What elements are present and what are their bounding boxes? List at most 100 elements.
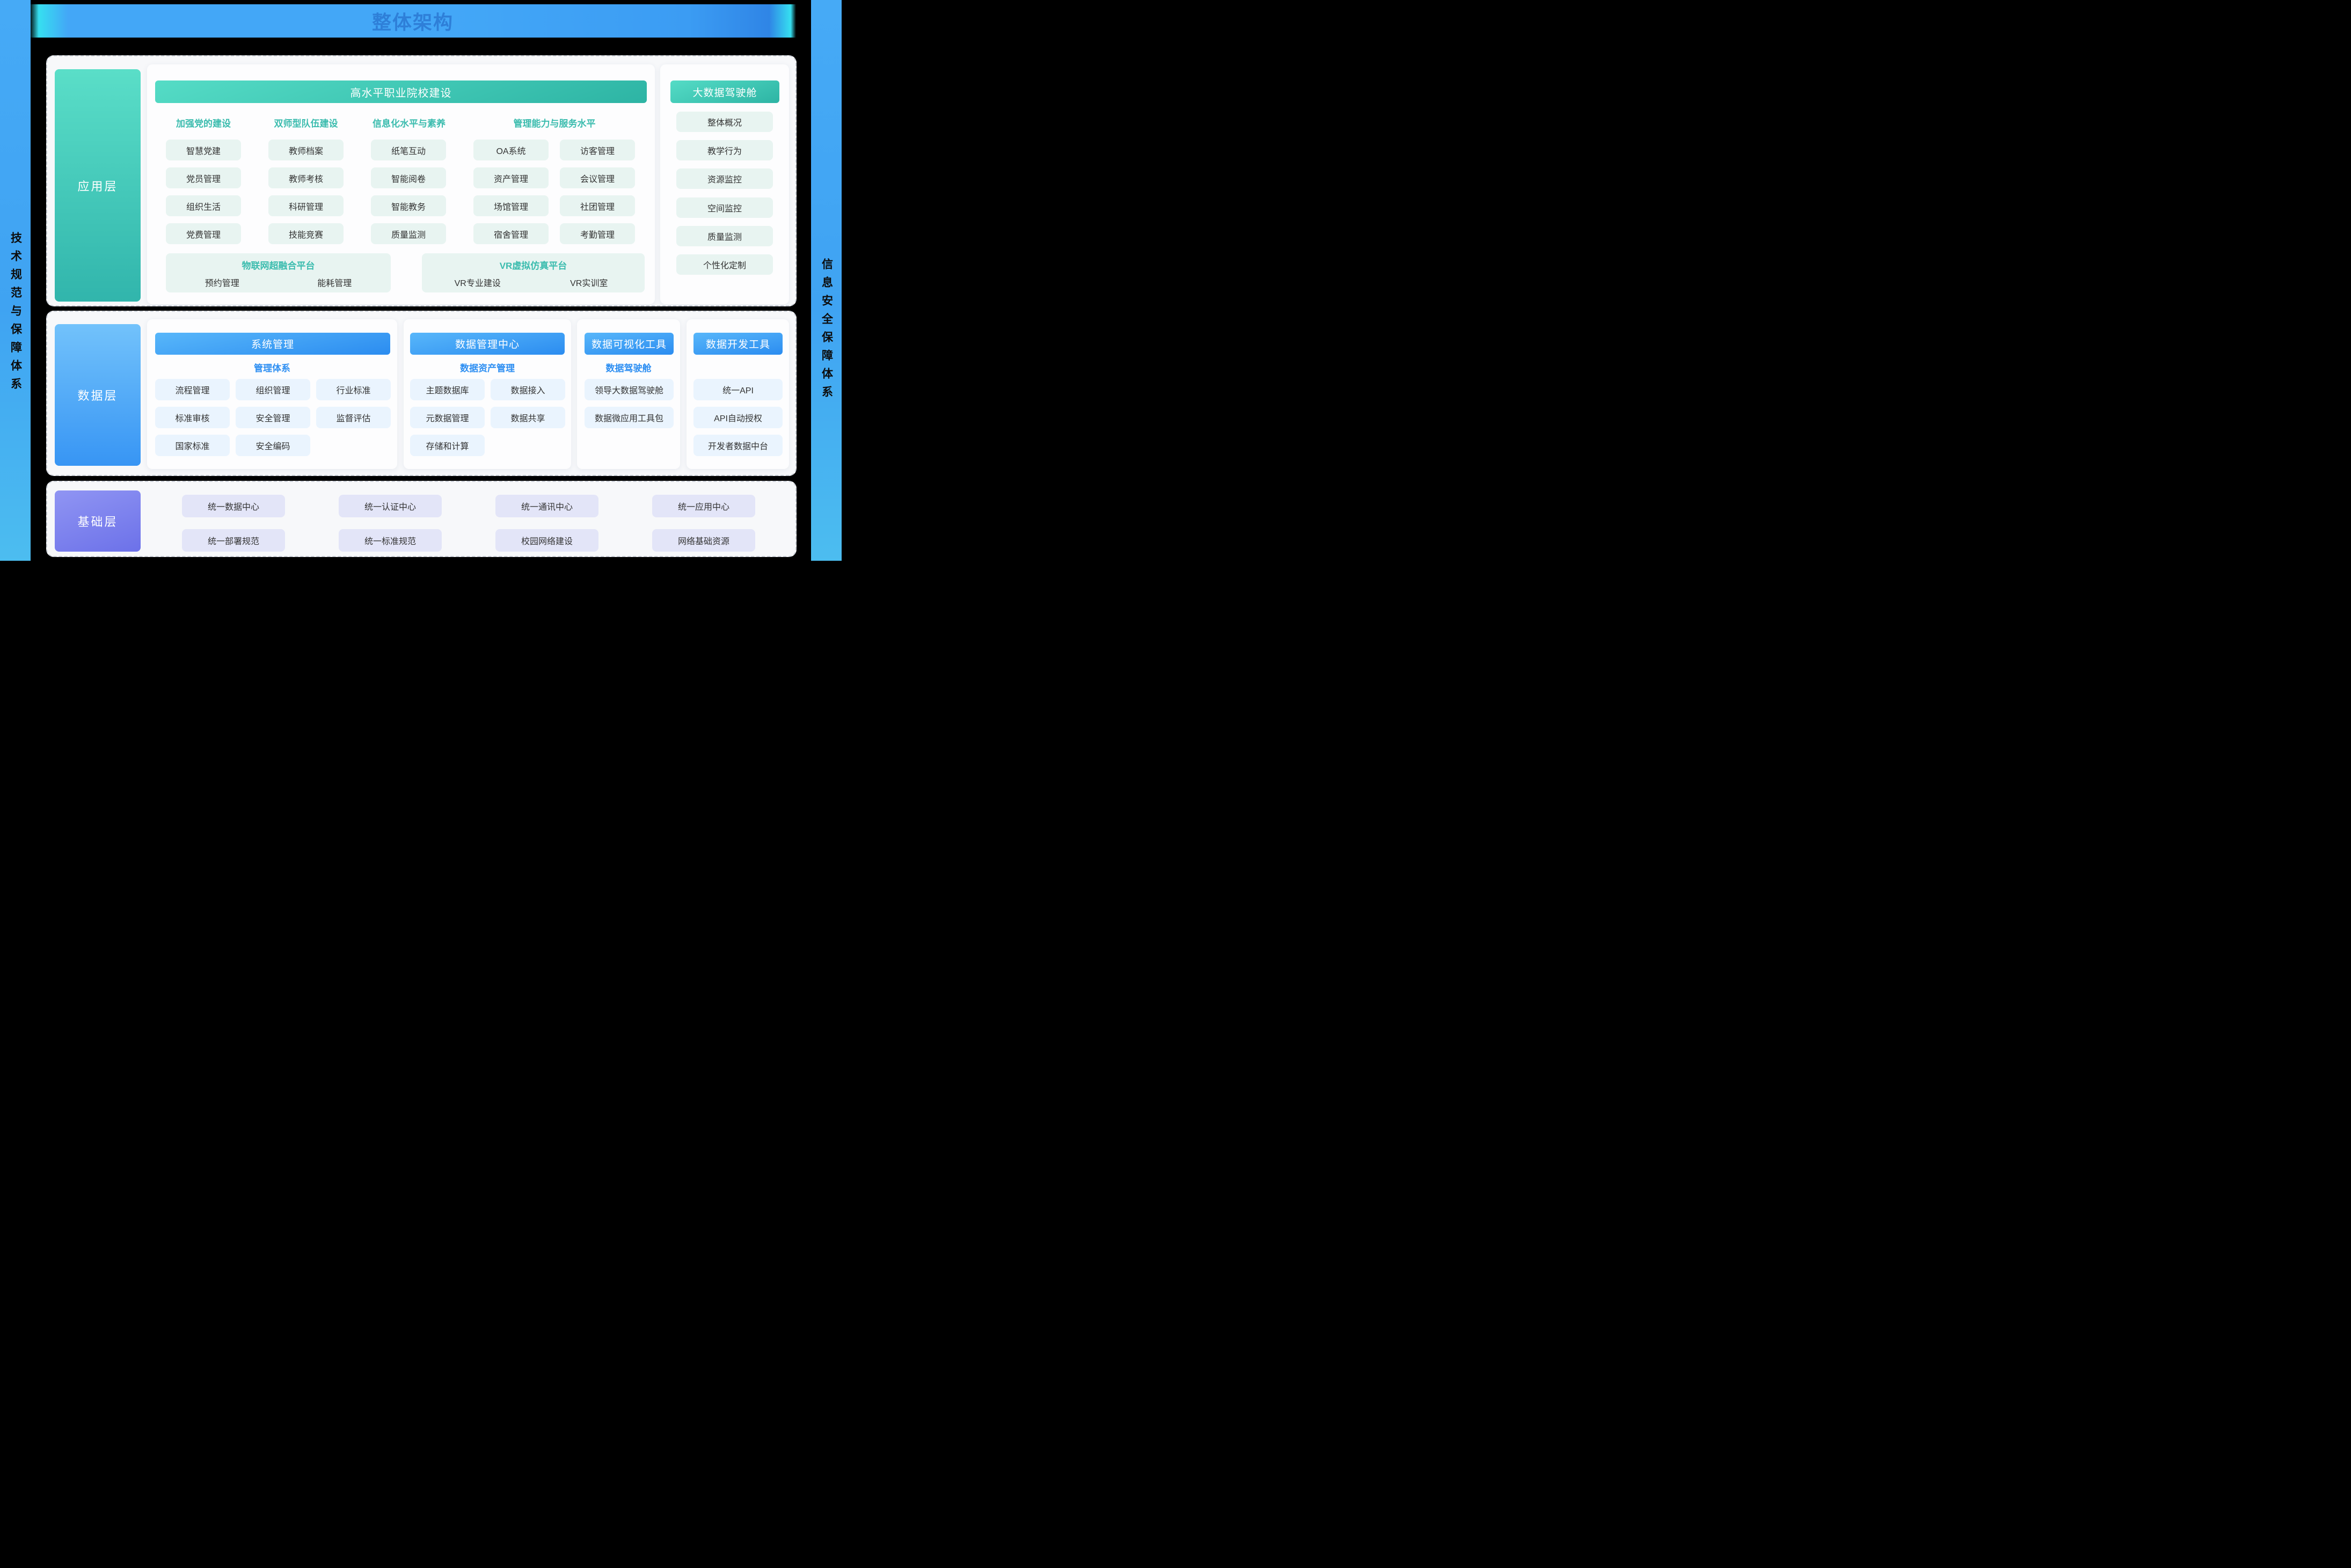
- base-layer-panel: 基础层 统一数据中心 统一认证中心 统一通讯中心 统一应用中心 统一部署规范 统…: [46, 481, 797, 557]
- data-section-header: 数据开发工具: [693, 333, 783, 355]
- app-grid-row: 党员管理 教师考核 智能阅卷 资产管理 会议管理: [166, 167, 649, 188]
- app-item-card: 智能阅卷: [371, 167, 446, 188]
- data-item-card: 行业标准: [316, 379, 391, 400]
- data-section-cards: 主题数据库 数据接入 元数据管理 数据共享 存储和计算: [410, 379, 565, 456]
- app-item-card: 组织生活: [166, 195, 241, 216]
- layer-label-data: 数据层: [55, 324, 141, 466]
- cockpit-item-card: 整体概况: [676, 112, 773, 132]
- cockpit-subpanel: 大数据驾驶舱 整体概况 教学行为 资源监控 空间监控 质量监测 个性化定制: [660, 64, 789, 304]
- base-item-card: 统一认证中心: [339, 495, 442, 517]
- data-item-card: 数据共享: [491, 407, 565, 428]
- app-main-subpanel: 高水平职业院校建设 加强党的建设 双师型队伍建设 信息化水平与素养 管理能力与服…: [147, 64, 655, 304]
- left-guarantee-bar: 技术规范与保障体系: [0, 0, 31, 561]
- base-item-card: 校园网络建设: [495, 529, 598, 552]
- platform-vr: VR虚拟仿真平台 VR专业建设 VR实训室: [422, 253, 645, 292]
- data-section-system: 系统管理 管理体系 流程管理 组织管理 行业标准 标准审核 安全管理 监督评估 …: [147, 319, 397, 469]
- app-grid-row: 党费管理 技能竞赛 质量监测 宿舍管理 考勤管理: [166, 223, 649, 244]
- layer-label-app: 应用层: [55, 69, 141, 302]
- base-grid-row: 统一部署规范 统一标准规范 校园网络建设 网络基础资源: [182, 529, 783, 552]
- app-item-card: 技能竞赛: [268, 223, 344, 244]
- data-item-card: 存储和计算: [410, 435, 485, 456]
- data-item-card: 元数据管理: [410, 407, 485, 428]
- base-item-card: 网络基础资源: [652, 529, 755, 552]
- data-item-card: 数据微应用工具包: [585, 407, 674, 428]
- data-section-header: 数据可视化工具: [585, 333, 674, 355]
- data-item-card: 数据接入: [491, 379, 565, 400]
- data-item-card: 开发者数据中台: [693, 435, 783, 456]
- left-guarantee-label: 技术规范与保障体系: [8, 232, 24, 396]
- cockpit-item-card: 资源监控: [676, 168, 773, 189]
- app-item-card: 会议管理: [560, 167, 635, 188]
- data-item-card: 国家标准: [155, 435, 230, 456]
- data-item-card: 流程管理: [155, 379, 230, 400]
- platform-item: VR专业建设: [422, 276, 534, 289]
- data-item-card: 组织管理: [236, 379, 310, 400]
- app-item-card: 智慧党建: [166, 140, 241, 160]
- platform-iot: 物联网超融合平台 预约管理 能耗管理: [166, 253, 391, 292]
- app-item-card: 教师档案: [268, 140, 344, 160]
- page: { "banner": { "title": "整体架构" }, "sideba…: [0, 0, 842, 561]
- base-item-card: 统一部署规范: [182, 529, 285, 552]
- data-section-subtitle: 管理体系: [147, 361, 397, 374]
- data-section-header: 数据管理中心: [410, 333, 565, 355]
- app-item-card: OA系统: [473, 140, 549, 160]
- app-item-card: 场馆管理: [473, 195, 549, 216]
- base-item-card: 统一数据中心: [182, 495, 285, 517]
- layer-label-base: 基础层: [55, 490, 141, 552]
- app-item-card: 访客管理: [560, 140, 635, 160]
- category-title-teacher: 双师型队伍建设: [274, 116, 338, 129]
- app-item-card: 党员管理: [166, 167, 241, 188]
- category-title-info: 信息化水平与素养: [373, 116, 446, 129]
- data-layer-panel: 数据层 系统管理 管理体系 流程管理 组织管理 行业标准 标准审核 安全管理 监…: [46, 311, 797, 476]
- app-grid-row: 组织生活 科研管理 智能教务 场馆管理 社团管理: [166, 195, 649, 216]
- data-item-card: 主题数据库: [410, 379, 485, 400]
- platform-title: 物联网超融合平台: [166, 258, 391, 272]
- data-section-subtitle: 数据驾驶舱: [577, 361, 680, 374]
- app-layer-panel: 应用层 高水平职业院校建设 加强党的建设 双师型队伍建设 信息化水平与素养 管理…: [46, 55, 797, 306]
- cockpit-item-card: 质量监测: [676, 226, 773, 246]
- app-item-card: 社团管理: [560, 195, 635, 216]
- data-item-card: 标准审核: [155, 407, 230, 428]
- data-section-dev: 数据开发工具 统一API API自动授权 开发者数据中台: [687, 319, 789, 469]
- data-section-cards: 流程管理 组织管理 行业标准 标准审核 安全管理 监督评估 国家标准 安全编码: [155, 379, 391, 456]
- platform-items: VR专业建设 VR实训室: [422, 276, 645, 289]
- base-item-card: 统一标准规范: [339, 529, 442, 552]
- right-security-bar: 信息安全保障体系: [811, 0, 842, 561]
- data-item-card: 安全编码: [236, 435, 310, 456]
- category-title-party: 加强党的建设: [176, 116, 231, 129]
- app-item-card: 教师考核: [268, 167, 344, 188]
- data-item-card: API自动授权: [693, 407, 783, 428]
- platform-item: 预约管理: [166, 276, 279, 289]
- base-item-card: 统一通讯中心: [495, 495, 598, 517]
- platform-item: VR实训室: [534, 276, 645, 289]
- platform-title: VR虚拟仿真平台: [422, 258, 645, 272]
- category-title-manage: 管理能力与服务水平: [514, 116, 596, 129]
- page-title: 整体架构: [372, 7, 454, 35]
- app-item-card: 智能教务: [371, 195, 446, 216]
- data-section-cards: 统一API API自动授权 开发者数据中台: [693, 379, 783, 456]
- data-section-subtitle: 数据资产管理: [404, 361, 571, 374]
- base-grid-row: 统一数据中心 统一认证中心 统一通讯中心 统一应用中心: [182, 495, 783, 517]
- app-item-card: 科研管理: [268, 195, 344, 216]
- app-item-card: 纸笔互动: [371, 140, 446, 160]
- platform-items: 预约管理 能耗管理: [166, 276, 391, 289]
- title-banner: 整体架构: [30, 4, 796, 38]
- app-item-card: 考勤管理: [560, 223, 635, 244]
- data-item-card: 领导大数据驾驶舱: [585, 379, 674, 400]
- data-section-cards: 领导大数据驾驶舱 数据微应用工具包: [585, 379, 674, 428]
- app-item-card: 党费管理: [166, 223, 241, 244]
- data-section-center: 数据管理中心 数据资产管理 主题数据库 数据接入 元数据管理 数据共享 存储和计…: [404, 319, 571, 469]
- data-item-card: 安全管理: [236, 407, 310, 428]
- cockpit-item-card: 空间监控: [676, 197, 773, 218]
- base-item-grid: 统一数据中心 统一认证中心 统一通讯中心 统一应用中心 统一部署规范 统一标准规…: [182, 495, 783, 563]
- app-item-card: 资产管理: [473, 167, 549, 188]
- data-section-header: 系统管理: [155, 333, 390, 355]
- app-item-grid: 智慧党建 教师档案 纸笔互动 OA系统 访客管理 党员管理 教师考核 智能阅卷 …: [166, 140, 649, 251]
- platform-item: 能耗管理: [279, 276, 391, 289]
- app-grid-row: 智慧党建 教师档案 纸笔互动 OA系统 访客管理: [166, 140, 649, 160]
- base-item-card: 统一应用中心: [652, 495, 755, 517]
- data-item-card: 统一API: [693, 379, 783, 400]
- app-main-header: 高水平职业院校建设: [155, 80, 647, 103]
- app-item-card: 质量监测: [371, 223, 446, 244]
- data-section-visual: 数据可视化工具 数据驾驶舱 领导大数据驾驶舱 数据微应用工具包: [577, 319, 680, 469]
